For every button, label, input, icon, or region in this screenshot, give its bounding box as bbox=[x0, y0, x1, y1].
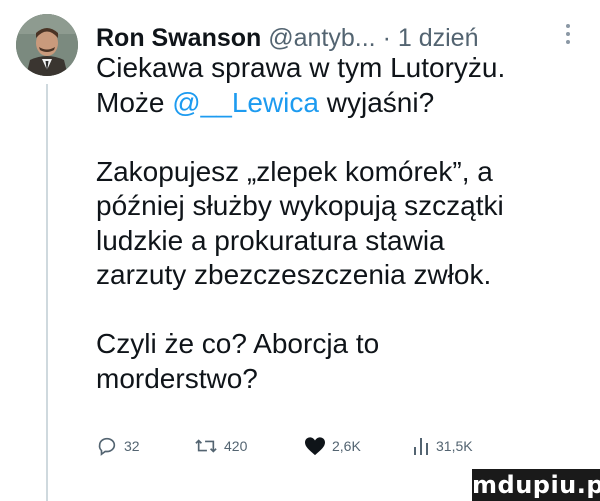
comment-icon bbox=[98, 437, 116, 456]
views-count: 31,5K bbox=[436, 438, 473, 454]
tweet-line: Czyli że co? Aborcja to bbox=[96, 328, 380, 359]
tweet-time[interactable]: 1 dzień bbox=[398, 24, 479, 52]
tweet-line: Ciekawa sprawa w tym Lutoryżu. bbox=[96, 52, 506, 83]
tweet-actions: 32 420 2,6K 31,5K bbox=[96, 431, 600, 461]
tweet-line: morderstwo? bbox=[96, 362, 258, 394]
mention-suffix: wyjaśni? bbox=[318, 86, 435, 118]
thread-line bbox=[46, 84, 48, 501]
watermark-logo: mdupiu.pl bbox=[472, 469, 600, 501]
mention-link[interactable]: @__Lewica bbox=[172, 87, 319, 118]
heart-icon bbox=[305, 437, 325, 456]
like-button[interactable]: 2,6K bbox=[304, 431, 361, 461]
tweet-line-mention: Może @__Lewica wyjaśni? bbox=[96, 86, 586, 121]
tweet-card: Ron Swanson @antyb... · 1 dzień Ciekawa … bbox=[0, 0, 600, 501]
tweet-line: zarzuty zbezczeszczenia zwłok. bbox=[96, 259, 492, 290]
avatar-image bbox=[16, 14, 78, 76]
views-chart-icon bbox=[414, 438, 428, 455]
tweet-line: później służby wykopują szczątki bbox=[96, 190, 504, 221]
tweet-line: ludzkie a prokuratura stawia bbox=[96, 224, 445, 256]
author-name[interactable]: Ron Swanson bbox=[96, 24, 261, 52]
reply-count: 32 bbox=[124, 438, 140, 454]
retweet-count: 420 bbox=[224, 438, 248, 454]
more-vertical-icon[interactable] bbox=[566, 24, 570, 46]
like-count: 2,6K bbox=[332, 438, 361, 454]
tweet-line: Zakopujesz „zlepek komórek”, a bbox=[96, 155, 493, 187]
mention-prefix: Może bbox=[96, 86, 173, 118]
views-button[interactable]: 31,5K bbox=[412, 431, 473, 461]
reply-button[interactable]: 32 bbox=[96, 431, 140, 461]
retweet-icon bbox=[195, 439, 217, 453]
author-handle[interactable]: @antyb... bbox=[268, 24, 375, 52]
meta-separator: · bbox=[382, 24, 391, 52]
tweet-text: Ciekawa sprawa w tym Lutoryżu. Może @__L… bbox=[96, 51, 586, 396]
retweet-button[interactable]: 420 bbox=[194, 431, 247, 461]
author-avatar[interactable] bbox=[16, 14, 78, 76]
